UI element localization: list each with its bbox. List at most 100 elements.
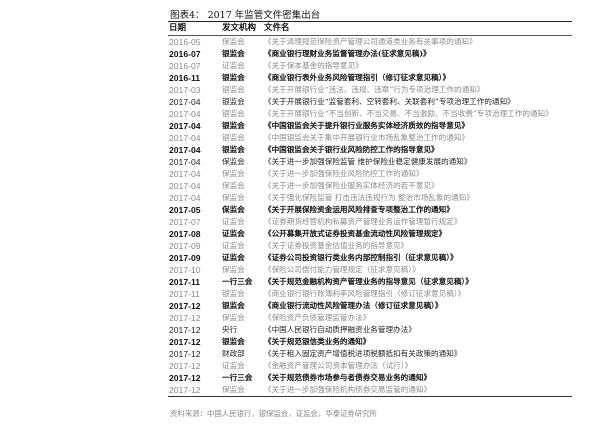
row-agency: 保监会 — [222, 385, 245, 394]
row-agency: 银监会 — [222, 121, 245, 130]
table-row: 2017-12 银监会 《关于规范银信类业务的通知》 — [168, 336, 572, 348]
table-row: 2017-04 保监会 《关于进一步加强保险监管 维护保险业稳定健康发展的通知》 — [168, 156, 572, 168]
table-row: 2016-05 保监会 《关于清理规范保险资产管理公司通道类业务有关事项的通知》 — [168, 36, 572, 48]
row-date: 2017-04 — [169, 109, 201, 119]
row-agency: 保监会 — [222, 157, 245, 166]
row-date: 2017-12 — [169, 325, 201, 335]
row-agency: 银监会 — [222, 73, 245, 82]
row-date: 2017-04 — [169, 97, 201, 107]
table-row: 2017-04 银监会 《中国银监会关于集中开展银行业市场乱象整治工作的通知》 — [168, 132, 572, 144]
row-document-name: 《中国银监会关于银行业风险防控工作的指导意见》 — [264, 145, 439, 154]
row-document-name: 《关于规范债券市场参与者债券交易业务的通知》 — [264, 373, 432, 382]
row-agency: 保监会 — [222, 169, 245, 178]
row-agency: 证监会 — [222, 61, 245, 70]
row-document-name: 《关于清理规范保险资产管理公司通道类业务有关事项的通知》 — [264, 37, 477, 46]
row-document-name: 《关于强化保险监管 打击违法违规行为 整治市场乱象的通知》 — [264, 193, 474, 202]
row-agency: 银监会 — [222, 109, 245, 118]
row-document-name: 《商业银行银行账簿利率风险管理指引（修订征求意见稿）》 — [264, 289, 466, 298]
row-document-name: 《关于开展银行业“不当创新、不当交易、不当激励、不当收费”专项治理工作的通知》 — [264, 109, 553, 118]
table-body: 2016-05 保监会 《关于清理规范保险资产管理公司通道类业务有关事项的通知》 20… — [168, 36, 572, 396]
row-document-name: 《关于开展银行业“监管套利、空转套利、关联套利”专项治理工作的通知》 — [264, 97, 515, 106]
table-row: 2017-05 保监会 《关于开展保险资金运用风险排查专项整治工作的通知》 — [168, 204, 572, 216]
row-document-name: 《中国银监会关于提升银行业服务实体经济质效的指导意见》 — [264, 121, 470, 130]
table-row: 2017-09 证监会 《关于证券投资基金估值业务的指导意见》 — [168, 240, 572, 252]
table-row: 2016-07 银监会 《商业银行理财业务监督管理办法(征求意见稿)》 — [168, 48, 572, 60]
row-agency: 一行三会 — [222, 277, 253, 286]
row-date: 2017-11 — [169, 289, 200, 299]
table-row: 2017-04 保监会 《关于进一步加强保险业风险防控工作的通知》 — [168, 168, 572, 180]
table-row: 2016-07 证监会 《关于保本基金的指导意见》 — [168, 60, 572, 72]
table-row: 2017-04 银监会 《中国银监会关于银行业风险防控工作的指导意见》 — [168, 144, 572, 156]
row-agency: 央行 — [222, 325, 238, 334]
row-agency: 保监会 — [222, 265, 245, 274]
row-date: 2017-05 — [169, 205, 201, 215]
row-date: 2017-04 — [169, 133, 201, 143]
row-agency: 银监会 — [222, 337, 245, 346]
row-date: 2017-12 — [169, 337, 201, 347]
row-document-name: 《商业银行流动性风险管理办法（修订征求意见稿）》 — [264, 301, 443, 310]
table-row: 2017-11 一行三会 《关于规范金融机构资产管理业务的指导意见（征求意见稿）》 — [168, 276, 572, 288]
row-agency: 银监会 — [222, 289, 245, 298]
row-date: 2017-12 — [169, 301, 201, 311]
row-date: 2017-04 — [169, 181, 201, 191]
row-document-name: 《商业银行理财业务监督管理办法(征求意见稿)》 — [264, 49, 431, 58]
figure-title: 图表4： 2017 年监管文件密集出台 — [170, 10, 321, 21]
row-date: 2017-10 — [169, 265, 201, 275]
regulation-table: 日期 发文机构 文件名 2016-05 保监会 《关于清理规范保险资产管理公司通道类… — [168, 21, 572, 397]
row-agency: 银监会 — [222, 97, 245, 106]
row-date: 2017-11 — [169, 277, 201, 287]
row-agency: 保监会 — [222, 181, 245, 190]
row-document-name: 《关于进一步加强保险业服务实体经济的若干意见》 — [264, 181, 439, 190]
row-document-name: 《关于进一步加强保险业风险防控工作的通知》 — [264, 169, 424, 178]
table-bottom-rule — [168, 396, 572, 397]
row-document-name: 《保险公司偿付能力管理规定（征求意见稿）》 — [264, 265, 420, 274]
header-date: 日期 — [169, 23, 187, 33]
row-agency: 证监会 — [222, 241, 245, 250]
row-document-name: 《关于租入固定资产增值税进项税额抵扣有关政策的通知》 — [264, 349, 462, 358]
row-document-name: 《关于开展保险资金运用风险排查专项整治工作的通知》 — [264, 205, 454, 214]
table-row: 2017-04 保监会 《关于进一步加强保险业服务实体经济的若干意见》 — [168, 180, 572, 192]
table-row: 2017-04 银监会 《关于开展银行业“监管套利、空转套利、关联套利”专项治理工作… — [168, 96, 572, 108]
row-document-name: 《商业银行表外业务风险管理指引（修订征求意见稿）》 — [264, 73, 451, 82]
row-date: 2017-09 — [169, 241, 201, 251]
table-row: 2017-12 一行三会 《关于规范债券市场参与者债券交易业务的通知》 — [168, 372, 572, 384]
row-document-name: 《证券公司投资银行类业务内部控制指引（征求意见稿）》 — [264, 253, 458, 262]
table-row: 2017-03 银监会 《关于开展银行业“违法、违规、违章”行为专项治理工作的通知》 — [168, 84, 572, 96]
row-agency: 银监会 — [222, 301, 245, 310]
table-row: 2017-12 保监会 《保险资产负债管理监管办法》 — [168, 312, 572, 324]
row-agency: 银监会 — [222, 49, 245, 58]
row-document-name: 《关于规范金融机构资产管理业务的指导意见（征求意见稿）》 — [264, 277, 473, 286]
row-date: 2017-08 — [169, 229, 201, 239]
row-date: 2017-04 — [169, 169, 201, 179]
row-date: 2017-12 — [169, 373, 201, 383]
row-date: 2017-04 — [169, 121, 201, 131]
table-row: 2017-12 银监会 《商业银行流动性风险管理办法（修订征求意见稿）》 — [168, 300, 572, 312]
table-row: 2017-04 保监会 《关于强化保险监管 打击违法违规行为 整治市场乱象的通知》 — [168, 192, 572, 204]
row-date: 2017-12 — [169, 349, 201, 359]
table-row: 2016-11 银监会 《商业银行表外业务风险管理指引（修订征求意见稿）》 — [168, 72, 572, 84]
row-agency: 保监会 — [222, 313, 245, 322]
row-date: 2017-03 — [169, 85, 201, 95]
row-agency: 银监会 — [222, 133, 245, 142]
row-document-name: 《关于证券投资基金估值业务的指导意见》 — [264, 241, 409, 250]
row-document-name: 《关于保本基金的指导意见》 — [264, 61, 363, 70]
row-agency: 财政部 — [222, 349, 245, 358]
table-row: 2017-08 证监会 《公开募集开放式证券投资基金流动性风险管理规定》 — [168, 228, 572, 240]
table-row: 2017-12 央行 《中国人民银行自动质押融资业务管理办法》 — [168, 324, 572, 336]
row-date: 2017-12 — [169, 313, 201, 323]
table-row: 2017-04 银监会 《关于开展银行业“不当创新、不当交易、不当激励、不当收费”专… — [168, 108, 572, 120]
row-date: 2016-07 — [169, 61, 201, 71]
row-date: 2017-04 — [169, 157, 201, 167]
table-header-row: 日期 发文机构 文件名 — [168, 22, 572, 35]
row-agency: 证监会 — [222, 361, 245, 370]
row-document-name: 《公开募集开放式证券投资基金流动性风险管理规定》 — [264, 229, 447, 238]
header-name: 文件名 — [264, 23, 290, 33]
table-row: 2017-10 保监会 《保险公司偿付能力管理规定（征求意见稿）》 — [168, 264, 572, 276]
row-agency: 保监会 — [222, 193, 245, 202]
table-row: 2017-09 证监会 《证券公司投资银行类业务内部控制指引（征求意见稿）》 — [168, 252, 572, 264]
row-document-name: 《关于进一步加强保险机构债券交易监管的通知》 — [264, 385, 432, 394]
row-date: 2017-12 — [169, 361, 201, 371]
table-row: 2017-12 财政部 《关于租入固定资产增值税进项税额抵扣有关政策的通知》 — [168, 348, 572, 360]
row-date: 2017-04 — [169, 193, 201, 203]
row-document-name: 《中国银监会关于集中开展银行业市场乱象整治工作的通知》 — [264, 133, 470, 142]
